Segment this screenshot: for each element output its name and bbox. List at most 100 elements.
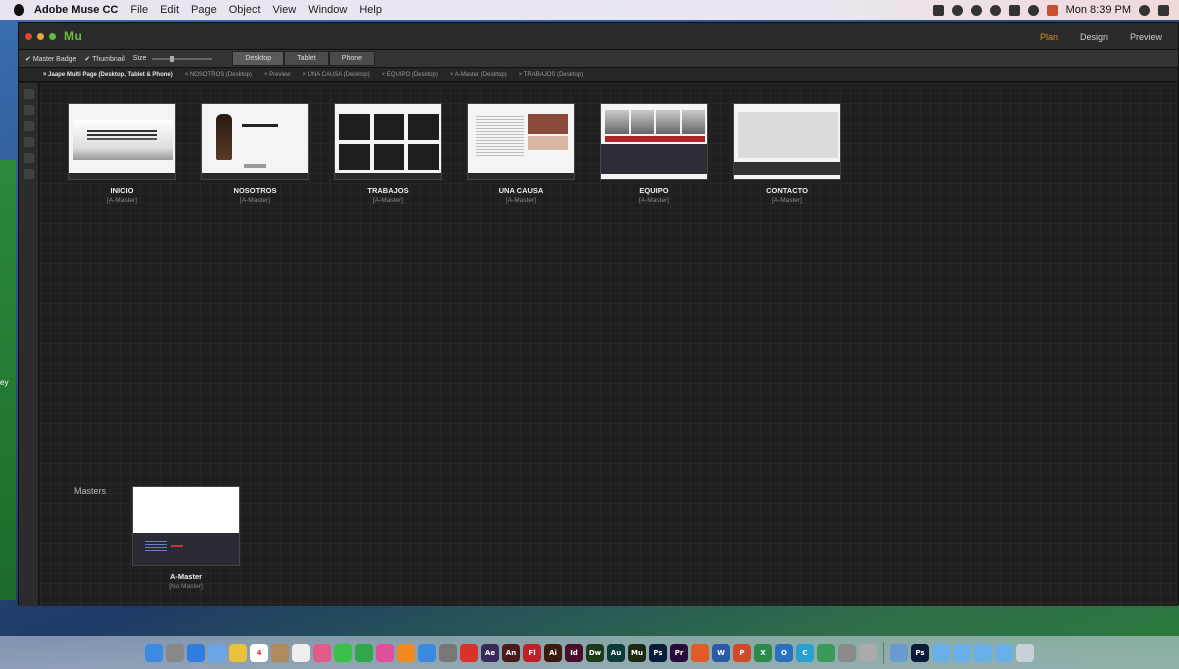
page-thumbnail[interactable]: [600, 103, 708, 180]
folder-c-icon[interactable]: [974, 643, 992, 662]
master-thumbnail[interactable]: [132, 486, 240, 566]
dreamweaver-icon[interactable]: Dw: [586, 643, 604, 662]
page-card-inicio[interactable]: INICIO [A-Master]: [68, 103, 176, 204]
launchpad-icon[interactable]: [166, 643, 184, 662]
bluetooth-icon[interactable]: [970, 4, 982, 16]
mode-plan[interactable]: Plan: [1040, 32, 1058, 42]
mode-design[interactable]: Design: [1080, 32, 1108, 42]
app-e-icon[interactable]: [838, 643, 856, 662]
after-effects-icon[interactable]: Ae: [481, 643, 499, 662]
menu-view[interactable]: View: [273, 4, 297, 16]
size-slider-knob[interactable]: [170, 55, 175, 62]
notification-center-icon[interactable]: [1158, 4, 1169, 16]
photoshop-icon[interactable]: Ps: [649, 643, 667, 662]
volume-icon[interactable]: [1027, 4, 1039, 16]
size-slider[interactable]: [152, 55, 213, 62]
menu-object[interactable]: Object: [229, 4, 261, 16]
screen-mirror-icon[interactable]: [932, 4, 944, 16]
ibooks-icon[interactable]: [397, 643, 415, 662]
menu-help[interactable]: Help: [359, 4, 382, 16]
mode-preview[interactable]: Preview: [1130, 32, 1162, 42]
folder-a-icon[interactable]: [932, 643, 950, 662]
menu-window[interactable]: Window: [308, 4, 347, 16]
indesign-icon[interactable]: Id: [565, 643, 583, 662]
menu-app-name[interactable]: Adobe Muse CC: [34, 4, 118, 16]
zoom-window-icon[interactable]: [49, 32, 56, 40]
page-card-trabajos[interactable]: TRABAJOS [A-Master]: [334, 103, 442, 204]
tab-una-causa[interactable]: × UNA CAUSA (Desktop): [302, 72, 369, 78]
preview-icon[interactable]: [890, 643, 908, 662]
tab-jaape[interactable]: × Jaape Multi Page (Desktop, Tablet & Ph…: [43, 72, 173, 78]
ellipse-tool-icon[interactable]: [24, 153, 34, 163]
view-desktop[interactable]: Desktop: [232, 51, 285, 66]
folder-b-icon[interactable]: [953, 643, 971, 662]
audition-icon[interactable]: Au: [607, 643, 625, 662]
page-card-una-causa[interactable]: UNA CAUSA [A-Master]: [467, 103, 575, 204]
folder-d-icon[interactable]: [995, 643, 1013, 662]
app-f-icon[interactable]: [859, 643, 877, 662]
itunes-icon[interactable]: [376, 643, 394, 662]
thumbnail-checkbox[interactable]: ✔ Thumbnail: [84, 55, 124, 63]
mail-icon[interactable]: [208, 643, 226, 662]
app-a-icon[interactable]: [691, 643, 709, 662]
powerpoint-icon[interactable]: P: [733, 643, 751, 662]
close-window-icon[interactable]: [25, 32, 32, 40]
word-icon[interactable]: W: [712, 643, 730, 662]
view-tablet[interactable]: Tablet: [284, 51, 329, 66]
calendar-icon[interactable]: 4: [250, 643, 268, 662]
airplay-icon[interactable]: [1008, 4, 1020, 16]
messages-icon[interactable]: [334, 643, 352, 662]
flash-icon[interactable]: Fl: [523, 643, 541, 662]
spotlight-icon[interactable]: [1139, 4, 1150, 16]
contacts-icon[interactable]: [271, 643, 289, 662]
menu-file[interactable]: File: [130, 4, 148, 16]
illustrator-icon[interactable]: Ai: [544, 643, 562, 662]
photoshop-doc-icon[interactable]: Ps: [911, 643, 929, 662]
page-thumbnail[interactable]: [733, 103, 841, 180]
page-thumbnail[interactable]: [467, 103, 575, 180]
notes-icon[interactable]: [229, 643, 247, 662]
tab-nosotros[interactable]: × NOSOTROS (Desktop): [185, 72, 252, 78]
system-preferences-icon[interactable]: [439, 643, 457, 662]
menu-edit[interactable]: Edit: [160, 4, 179, 16]
zoom-tool-icon[interactable]: [24, 169, 34, 179]
outlook-icon[interactable]: O: [775, 643, 793, 662]
acrobat-icon[interactable]: [460, 643, 478, 662]
flag-icon[interactable]: [1046, 4, 1058, 16]
selection-tool-icon[interactable]: [24, 89, 34, 99]
reminders-icon[interactable]: [292, 643, 310, 662]
page-thumbnail[interactable]: [68, 103, 176, 180]
page-thumbnail[interactable]: [201, 103, 309, 180]
master-badge-checkbox[interactable]: ✔ Master Badge: [25, 55, 76, 63]
menu-page[interactable]: Page: [191, 4, 217, 16]
trash-icon[interactable]: [1016, 643, 1034, 662]
master-card-a-master[interactable]: A-Master [No Master]: [132, 486, 240, 590]
page-card-contacto[interactable]: CONTACTO [A-Master]: [733, 103, 841, 204]
minimize-window-icon[interactable]: [37, 32, 44, 40]
muse-icon[interactable]: Mu: [628, 643, 646, 662]
tab-trabajos[interactable]: × TRABAJOS (Desktop): [519, 72, 583, 78]
view-phone[interactable]: Phone: [328, 51, 376, 66]
app-d-icon[interactable]: [817, 643, 835, 662]
tab-a-master[interactable]: × A-Master (Desktop): [450, 72, 507, 78]
page-card-equipo[interactable]: EQUIPO [A-Master]: [600, 103, 708, 204]
text-tool-icon[interactable]: [24, 121, 34, 131]
app-store-icon[interactable]: [418, 643, 436, 662]
facetime-icon[interactable]: [355, 643, 373, 662]
wifi-icon[interactable]: [989, 4, 1001, 16]
safari-icon[interactable]: [187, 643, 205, 662]
excel-icon[interactable]: X: [754, 643, 772, 662]
crop-tool-icon[interactable]: [24, 105, 34, 115]
animate-icon[interactable]: An: [502, 643, 520, 662]
photos-icon[interactable]: [313, 643, 331, 662]
finder-icon[interactable]: [145, 643, 163, 662]
menu-clock[interactable]: Mon 8:39 PM: [1066, 4, 1131, 16]
apple-icon[interactable]: [14, 4, 24, 16]
page-card-nosotros[interactable]: NOSOTROS [A-Master]: [201, 103, 309, 204]
tab-equipo[interactable]: × EQUIPO (Desktop): [382, 72, 438, 78]
page-thumbnail[interactable]: [334, 103, 442, 180]
time-machine-icon[interactable]: [951, 4, 963, 16]
tab-preview[interactable]: × Preview: [264, 72, 291, 78]
app-c-icon[interactable]: C: [796, 643, 814, 662]
rectangle-tool-icon[interactable]: [24, 137, 34, 147]
